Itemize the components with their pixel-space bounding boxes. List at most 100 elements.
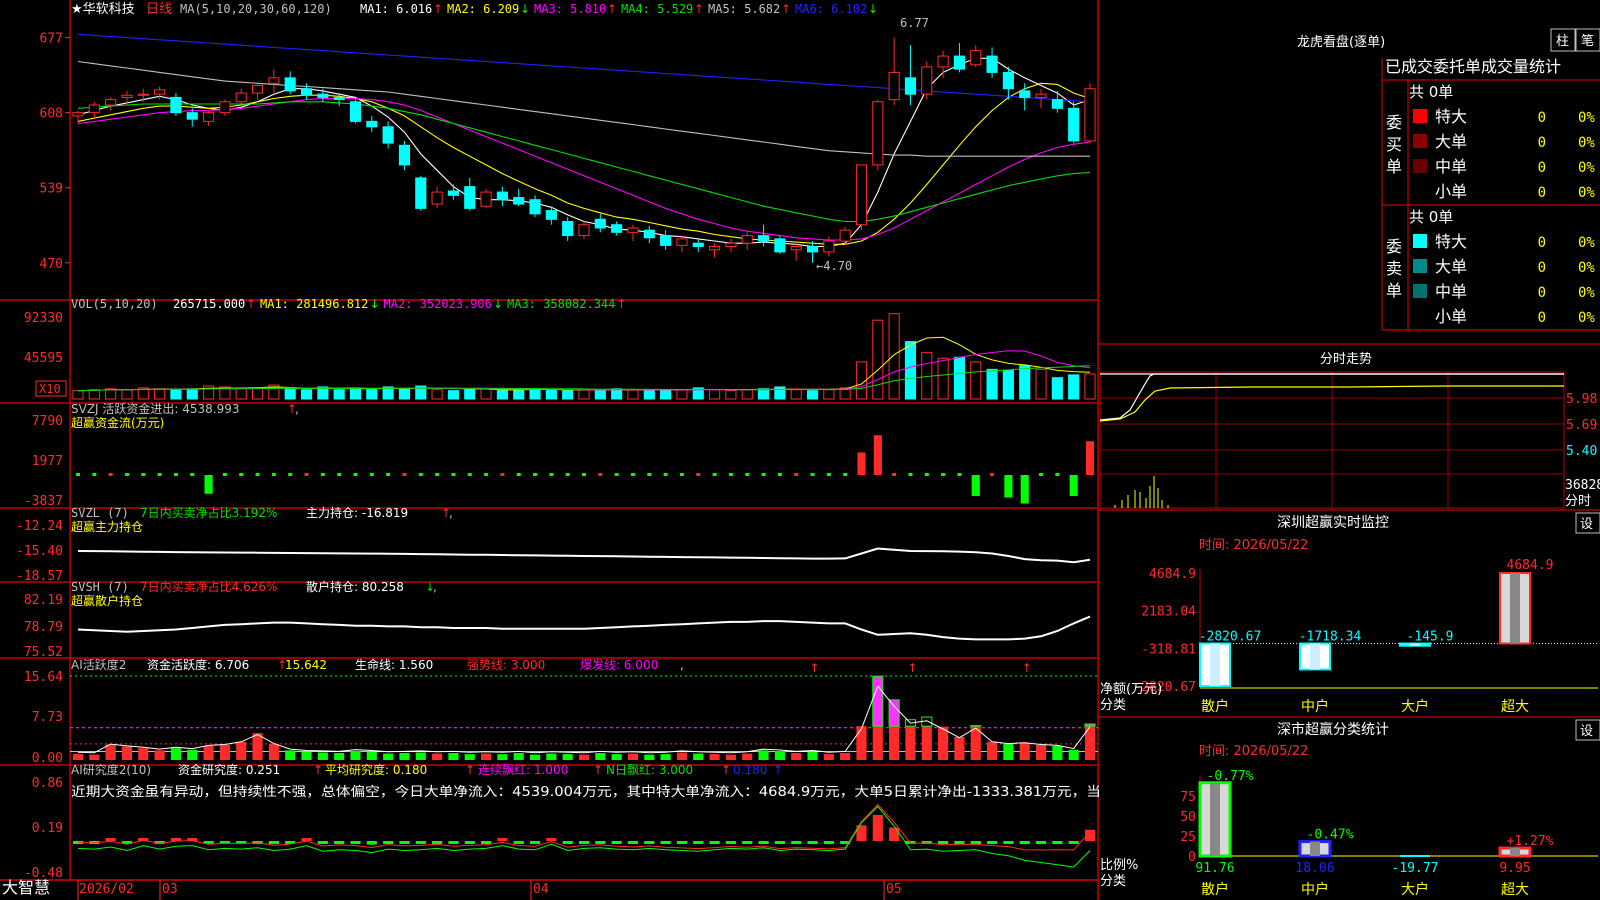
side-label-char: 单	[1386, 157, 1402, 176]
date-month-04: 04	[533, 882, 549, 897]
svzl-chart[interactable]: -12.24 -15.40 -18.57	[16, 519, 1091, 584]
svzj-bar	[516, 473, 521, 476]
svzj-bar	[857, 452, 866, 475]
ai-tick: 0.00	[32, 751, 63, 766]
research-bar	[725, 841, 736, 844]
ma-line-ma3	[77, 97, 1091, 241]
buy-rows: 特大 0 0% 大单 0 0% 中单 0 0% 小单 0 0%	[1413, 107, 1595, 201]
volume-bar	[398, 388, 411, 400]
svzj-bar	[679, 473, 684, 476]
svsh-subtitle: 超赢散户持仓	[71, 593, 143, 608]
tab-stroke[interactable]: 笔	[1581, 33, 1594, 49]
svsh-chart[interactable]: 82.19 78.79 75.52	[24, 593, 1091, 660]
category-stats-chart: 7550250-0.77%91.76散户-0.47%18.06中户-19.77大…	[1180, 769, 1598, 898]
stats-ytick: 75	[1180, 790, 1196, 805]
svsh-value: 散户持仓: 80.258	[306, 579, 404, 594]
svzj-bar	[402, 473, 407, 476]
ai-bar	[529, 754, 541, 760]
volume-bar	[937, 357, 949, 400]
candle	[447, 190, 459, 196]
svzj-bar	[484, 473, 489, 476]
ai-activity-chart[interactable]: 15.64 7.73 0.00 ↑ ↑ ↑	[24, 661, 1098, 766]
price-chart[interactable]: 677 608 539 470	[40, 32, 1096, 272]
vol-legend-item: MA3: 358082.344	[507, 297, 615, 311]
monitor-category: 大户	[1401, 698, 1429, 715]
side-label-char: 卖	[1386, 259, 1402, 278]
ma-legend-arrow: ↑	[607, 2, 617, 16]
svzj-bar	[369, 473, 374, 476]
research-bar	[644, 841, 655, 844]
ai-bar	[268, 743, 279, 760]
candle	[431, 191, 443, 205]
candle	[594, 218, 606, 229]
ai-tail: ,	[680, 658, 684, 672]
ai-signal-arrow: ↑	[1022, 661, 1032, 675]
stats-header: 已成交委托单成交量统计	[1385, 57, 1561, 76]
research-bar	[872, 814, 883, 841]
dragon-title: 龙虎看盘(逐单)	[1297, 34, 1385, 50]
svzj-bar	[271, 473, 276, 476]
stats-ytitle: 比例%	[1100, 858, 1138, 873]
svzj-bar	[108, 473, 113, 476]
svzj-bar	[337, 473, 342, 476]
monitor-title: 深圳超赢实时监控	[1277, 514, 1389, 531]
research-v2: 平均研究度: 0.180	[325, 762, 427, 777]
research-bar	[529, 841, 541, 844]
candle	[823, 240, 835, 253]
ma-legend-item: MA5: 5.682	[708, 2, 780, 16]
volume-bar	[709, 389, 721, 400]
order-row-value: 0	[1538, 285, 1546, 301]
volume-bar	[333, 389, 345, 400]
volume-bar	[643, 390, 655, 400]
svzl-tick: -12.24	[16, 519, 63, 534]
vol-legend-arrow: ↓	[370, 297, 380, 311]
order-row-name: 特大	[1435, 107, 1467, 126]
stats-settings[interactable]: 设	[1580, 724, 1593, 739]
intraday-chart[interactable]	[1099, 371, 1565, 509]
ai-bar	[823, 754, 834, 760]
candle	[855, 164, 868, 226]
svzj-bar	[941, 473, 946, 476]
stats-top-label: -0.77%	[1207, 769, 1254, 784]
research-bar	[709, 841, 720, 844]
volume-chart[interactable]: 92330 45595	[24, 311, 1096, 400]
volume-bar	[676, 389, 688, 400]
volume-bar	[1019, 365, 1031, 400]
research-bar	[627, 841, 639, 844]
candle	[1051, 99, 1063, 109]
order-row-value: 0	[1538, 260, 1546, 276]
monitor-settings[interactable]: 设	[1580, 517, 1593, 532]
svzj-bar	[696, 473, 701, 476]
svzj-bar	[288, 473, 293, 476]
ai-bar	[301, 751, 312, 760]
order-row-name: 小单	[1435, 182, 1467, 201]
research-bar	[1035, 841, 1047, 844]
tab-column[interactable]: 柱	[1556, 34, 1569, 49]
research-bar	[954, 841, 965, 844]
research-bar	[399, 841, 410, 844]
svzj-bar	[435, 473, 440, 476]
period-label[interactable]: 日线	[146, 2, 172, 17]
volume-bar	[872, 319, 884, 400]
svzj-bar	[761, 473, 766, 476]
candle	[741, 235, 753, 244]
volume-bar	[170, 389, 182, 400]
ai-bar	[611, 754, 622, 760]
ma-legend-item: MA3: 5.810	[534, 2, 606, 16]
ai-bar	[889, 726, 900, 760]
svsh-tick: 75.52	[24, 645, 63, 660]
order-row-value: 0	[1538, 185, 1546, 201]
order-row-pct: 0%	[1578, 160, 1595, 176]
candle	[382, 126, 394, 144]
monitor-category: 中户	[1301, 698, 1329, 715]
svzl-pct: 7日内买卖净占比3.192%	[140, 505, 277, 520]
volume-bar	[660, 389, 672, 400]
candle	[398, 144, 411, 166]
ai-bar	[497, 754, 508, 760]
low-marker: ←4.70	[816, 259, 852, 273]
volume-bar	[725, 390, 737, 400]
research-bar	[970, 841, 981, 844]
ai-bar	[660, 754, 671, 760]
ai-bar	[105, 744, 116, 760]
svzj-chart[interactable]: 7790 1977 -3837	[24, 414, 1095, 509]
